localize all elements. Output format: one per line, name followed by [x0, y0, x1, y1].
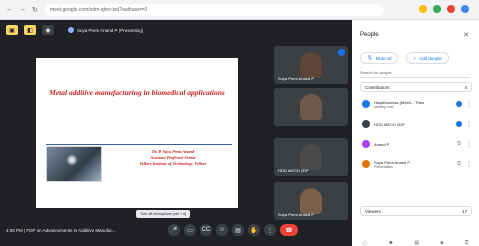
- panel-title: People: [360, 32, 379, 38]
- participant-info: Hayathunnisa (Meeti... Then Meeting host: [374, 100, 434, 109]
- participant-row[interactable]: Anand P ⍉ ⋮: [362, 134, 472, 154]
- mic-icon[interactable]: 🎤: [168, 224, 180, 236]
- participant-role: Presentation: [374, 164, 394, 169]
- camera-icon[interactable]: ▭: [184, 224, 196, 236]
- extension-icon[interactable]: [419, 5, 427, 13]
- more-options-icon[interactable]: ⋮: [264, 224, 276, 236]
- avatar: [362, 140, 370, 148]
- participant-row[interactable]: Suya Prem Anand P Presentation ⍉ ⋮: [362, 154, 472, 174]
- lock-icon[interactable]: ⚿: [465, 240, 469, 246]
- emoji-icon[interactable]: ☺: [216, 224, 228, 236]
- avatar: [362, 160, 370, 168]
- mic-tooltip: Turn off microphone (ctrl + d): [136, 210, 191, 218]
- participant-role: Meeting host: [374, 104, 394, 109]
- add-people-label: Add people: [419, 55, 442, 61]
- speaking-icon: [456, 101, 462, 107]
- more-icon[interactable]: ⋮: [466, 101, 472, 108]
- participant-row[interactable]: Hayathunnisa (Meeti... Then Meeting host…: [362, 94, 472, 114]
- mute-all-label: Mute all: [375, 55, 392, 61]
- contributors-label: Contributors: [365, 84, 390, 90]
- participant-video: [300, 52, 322, 78]
- pin-icon[interactable]: ◧: [24, 25, 36, 35]
- profile-icon[interactable]: [461, 5, 469, 13]
- browser-toolbar: ← → ↻ meet.google.com/xdm-qhro-txd?authu…: [0, 0, 479, 20]
- more-icon[interactable]: ⋮: [466, 121, 472, 128]
- avatar: [68, 27, 74, 33]
- mic-off-icon: ⍉: [457, 160, 461, 167]
- more-icon[interactable]: ⋮: [466, 141, 472, 148]
- laser-glow: [67, 155, 77, 165]
- speaking-icon: [338, 49, 345, 56]
- raise-hand-icon[interactable]: ✋: [248, 224, 260, 236]
- participant-video: [300, 144, 322, 170]
- mic-off-icon: ⍉: [457, 140, 461, 147]
- mute-all-button[interactable]: 🎙 Mute all: [360, 52, 399, 64]
- video-tile[interactable]: HOD MECH 2DP: [274, 138, 348, 176]
- viewers-count: 17: [461, 208, 467, 214]
- chat-icon[interactable]: ▤: [414, 240, 419, 246]
- browser-nav: ← → ↻: [6, 6, 38, 14]
- search-placeholder: Search for people: [360, 70, 392, 75]
- search-input[interactable]: Search for people: [360, 70, 470, 78]
- address-bar[interactable]: meet.google.com/xdm-qhro-txd?authuser=0: [44, 4, 384, 16]
- meeting-time-title: 4:08 PM | FDP on Advancements in Additiv…: [6, 228, 117, 233]
- captions-icon[interactable]: CC: [200, 224, 212, 236]
- contributors-section[interactable]: Contributors 4: [360, 82, 472, 92]
- speaking-icon: [456, 121, 462, 127]
- control-bar: 4:08 PM | FDP on Advancements in Additiv…: [0, 208, 352, 246]
- panel-actions: 🎙 Mute all + Add people: [360, 52, 449, 64]
- slide-divider: [46, 144, 232, 145]
- viewers-section[interactable]: Viewers 17: [360, 206, 472, 216]
- video-tile[interactable]: [274, 88, 348, 126]
- slide-title: Metal additive manufacturing in biomedic…: [49, 88, 225, 97]
- author-institute: Vellore Institute of Technology, Vellore: [139, 161, 207, 166]
- extensions: [419, 5, 469, 13]
- add-person-icon: +: [413, 55, 417, 61]
- layout-icon[interactable]: ▣: [6, 25, 18, 35]
- people-icon[interactable]: ☻: [388, 240, 393, 246]
- extension-icon[interactable]: [433, 5, 441, 13]
- slide-author: Dr. P. Suya Prem Anand Assistant Profess…: [112, 149, 234, 167]
- info-icon[interactable]: ⓘ: [362, 240, 367, 246]
- present-icon[interactable]: ▤: [232, 224, 244, 236]
- participant-row[interactable]: HOD MECH 2DP ⋮: [362, 114, 472, 134]
- avatar: [362, 100, 370, 108]
- avatar: [362, 120, 370, 128]
- contributors-count: 4: [464, 84, 467, 90]
- close-icon[interactable]: ✕: [463, 31, 469, 39]
- people-panel: People ✕ 🎙 Mute all + Add people Search …: [352, 20, 479, 246]
- visibility-icon[interactable]: ◉: [42, 25, 54, 35]
- back-icon[interactable]: ←: [6, 6, 13, 14]
- presenter-label: Suya Prem Anand P (Presenting): [77, 27, 144, 33]
- tile-name: HOD MECH 2DP: [278, 168, 309, 173]
- participant-name: HOD MECH 2DP: [374, 121, 405, 127]
- presenter-chip: Suya Prem Anand P (Presenting): [68, 27, 143, 33]
- slide-image: [46, 146, 102, 182]
- extension-icon[interactable]: [447, 5, 455, 13]
- participant-video: [300, 94, 322, 120]
- meeting-topbar: ▣ ◧ ◉ Suya Prem Anand P (Presenting): [0, 20, 352, 40]
- viewers-label: Viewers: [365, 208, 381, 214]
- control-buttons: 🎤 ▭ CC ☺ ▤ ✋ ⋮ ☎: [168, 224, 298, 236]
- participant-name: Anand P: [374, 141, 390, 147]
- tile-name: Suya Prem Anand P: [278, 76, 315, 81]
- presentation-slide: Metal additive manufacturing in biomedic…: [36, 58, 238, 208]
- url-text: meet.google.com/xdm-qhro-txd?authuser=0: [50, 7, 148, 13]
- meeting-stage: ▣ ◧ ◉ Suya Prem Anand P (Presenting) Met…: [0, 20, 352, 246]
- forward-icon[interactable]: →: [19, 6, 26, 14]
- leave-call-icon[interactable]: ☎: [280, 224, 298, 236]
- more-icon[interactable]: ⋮: [466, 161, 472, 168]
- reload-icon[interactable]: ↻: [32, 6, 38, 14]
- activities-icon[interactable]: ◈: [440, 240, 444, 246]
- participant-info: Anand P: [374, 142, 434, 147]
- mic-off-icon: 🎙: [367, 55, 373, 60]
- participant-info: HOD MECH 2DP: [374, 122, 434, 127]
- add-people-button[interactable]: + Add people: [406, 52, 449, 64]
- panel-bottom-icons: ⓘ ☻ ▤ ◈ ⚿: [352, 240, 479, 246]
- participant-info: Suya Prem Anand P Presentation: [374, 160, 434, 169]
- video-tile[interactable]: Suya Prem Anand P: [274, 46, 348, 84]
